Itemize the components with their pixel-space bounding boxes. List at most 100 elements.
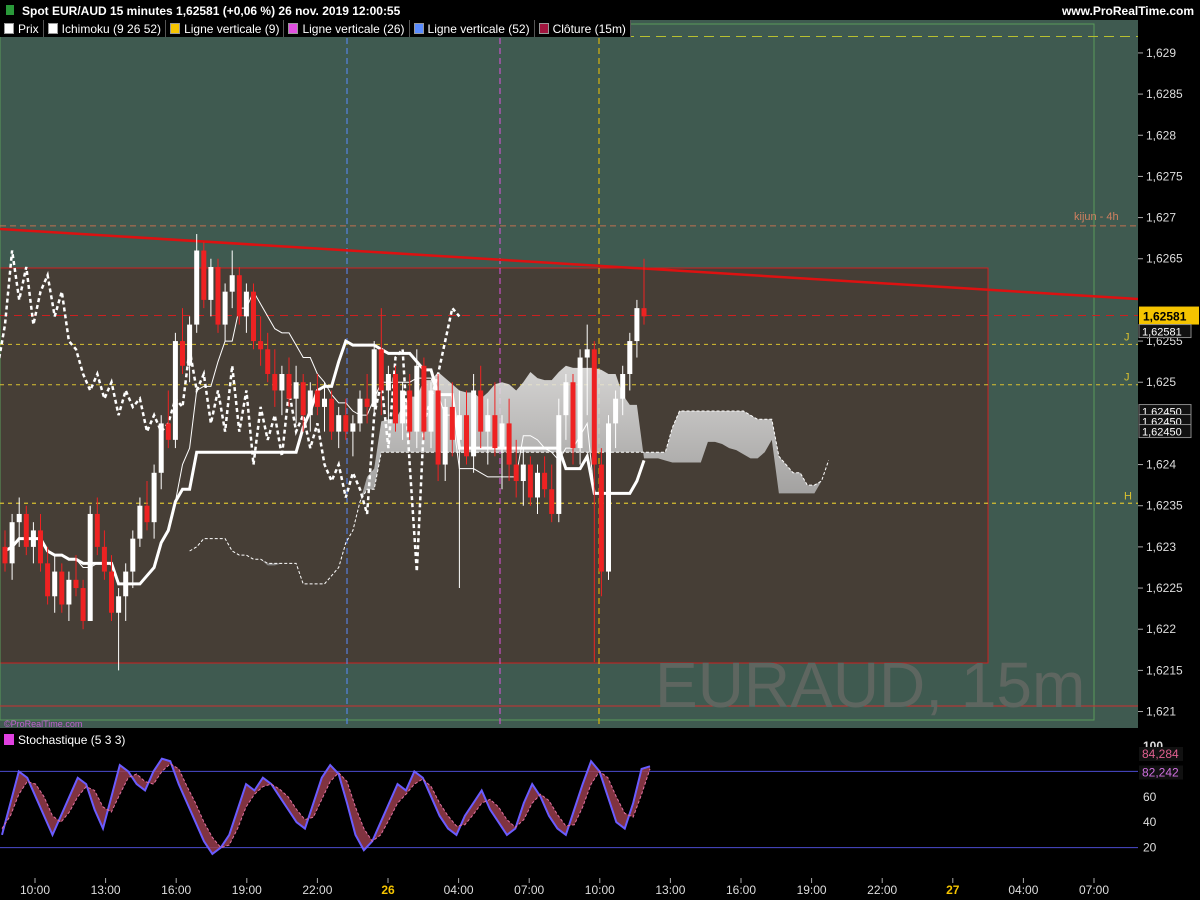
candle-body bbox=[478, 390, 484, 432]
time-tick-label: 16:00 bbox=[161, 883, 191, 897]
time-tick-label: 10:00 bbox=[20, 883, 50, 897]
price-tick-label: 1,6265 bbox=[1146, 252, 1183, 266]
candle-body bbox=[9, 522, 15, 564]
candle-body bbox=[606, 423, 611, 572]
candle-body bbox=[151, 472, 157, 523]
candle-body bbox=[485, 415, 491, 432]
candle-body bbox=[598, 464, 604, 572]
candle-body bbox=[243, 291, 249, 317]
candle-body bbox=[307, 390, 313, 416]
candle-body bbox=[577, 357, 583, 449]
candle-body bbox=[187, 324, 193, 366]
legend-swatch bbox=[413, 23, 424, 34]
legend-item-4[interactable]: Ligne verticale (52) bbox=[409, 20, 535, 37]
price-tick-label: 1,624 bbox=[1146, 458, 1176, 472]
candle-body bbox=[336, 415, 342, 432]
candle-body bbox=[229, 275, 235, 292]
legend-item-1[interactable]: Ichimoku (9 26 52) bbox=[43, 20, 167, 37]
candle-body bbox=[215, 266, 221, 325]
candle-body bbox=[449, 406, 455, 440]
legend-swatch bbox=[170, 23, 181, 34]
candle-body bbox=[314, 390, 320, 407]
candle-body bbox=[158, 423, 164, 473]
legend-swatch bbox=[288, 23, 299, 34]
candle-body bbox=[59, 571, 65, 605]
time-tick-label: 19:00 bbox=[232, 883, 262, 897]
candle-body bbox=[584, 349, 590, 358]
candle-body bbox=[16, 513, 22, 523]
candle-body bbox=[371, 349, 377, 407]
stoch-legend-label: Stochastique (5 3 3) bbox=[18, 732, 126, 747]
candle-body bbox=[66, 579, 72, 605]
time-tick-label: 10:00 bbox=[585, 883, 615, 897]
candle-body bbox=[364, 398, 370, 407]
candle-body bbox=[322, 398, 327, 407]
candle-body bbox=[52, 571, 58, 597]
candle-body bbox=[251, 291, 256, 342]
candle-body bbox=[563, 382, 569, 416]
price-tick-label: 1,623 bbox=[1146, 540, 1176, 554]
price-tick-label: 1,6235 bbox=[1146, 499, 1183, 513]
candle-body bbox=[201, 250, 207, 300]
candle-body bbox=[180, 341, 185, 366]
candle-body bbox=[2, 546, 8, 564]
candle-body bbox=[407, 390, 413, 432]
stoch-k-value: 84,284 bbox=[1142, 747, 1179, 761]
stoch-tick-label: 60 bbox=[1143, 790, 1157, 804]
price-marker-label: 1,62450 bbox=[1142, 427, 1182, 439]
legend-item-2[interactable]: Ligne verticale (9) bbox=[166, 20, 285, 37]
legend-label: Ichimoku (9 26 52) bbox=[61, 21, 162, 36]
candle-body bbox=[272, 374, 278, 391]
candle-body bbox=[343, 415, 349, 432]
price-tick-label: 1,6275 bbox=[1146, 169, 1183, 183]
candle-body bbox=[73, 579, 79, 589]
price-chart[interactable]: EURAUD, 15m J J Hkijun - 4h 1,629 1,6285 1,6… bbox=[0, 0, 1200, 900]
legend-swatch bbox=[47, 23, 58, 34]
candle-body bbox=[613, 398, 619, 424]
legend-label: Prix bbox=[18, 21, 39, 36]
time-tick-label: 13:00 bbox=[91, 883, 121, 897]
candle-body bbox=[435, 390, 441, 465]
legend-label: Clôture (15m) bbox=[552, 21, 626, 36]
price-tick-label: 1,629 bbox=[1146, 46, 1176, 60]
candle-body bbox=[456, 415, 462, 440]
candle-body bbox=[130, 538, 136, 572]
time-tick-label: 07:00 bbox=[1079, 883, 1109, 897]
stoch-d-value: 82,242 bbox=[1142, 766, 1179, 780]
candle-body bbox=[556, 415, 562, 514]
range-box bbox=[0, 267, 989, 664]
candle-body bbox=[123, 571, 129, 597]
legend-label: Ligne verticale (52) bbox=[427, 21, 530, 36]
legend-item-3[interactable]: Ligne verticale (26) bbox=[284, 20, 410, 37]
candle-body bbox=[499, 423, 505, 449]
time-tick-label: 04:00 bbox=[1008, 883, 1038, 897]
price-tick-label: 1,622 bbox=[1146, 622, 1176, 636]
candle-body bbox=[393, 374, 398, 424]
candle-body bbox=[38, 530, 43, 564]
candle-body bbox=[236, 275, 242, 317]
price-tick-label: 1,627 bbox=[1146, 211, 1176, 225]
watermark: EURAUD, 15m bbox=[655, 649, 1085, 721]
time-tick-label: 16:00 bbox=[726, 883, 756, 897]
candle-body bbox=[385, 374, 391, 391]
candle-body bbox=[293, 382, 299, 399]
legend-item-0[interactable]: Prix bbox=[0, 20, 44, 37]
candle-body bbox=[513, 464, 519, 482]
time-tick-label: 13:00 bbox=[655, 883, 685, 897]
level-label-1: J bbox=[1124, 372, 1130, 384]
price-tick-label: 1,628 bbox=[1146, 128, 1176, 142]
legend-swatch bbox=[538, 23, 549, 34]
candle-body bbox=[549, 489, 555, 514]
candle-body bbox=[627, 341, 633, 374]
candle-body bbox=[641, 308, 647, 317]
level-label-2: H bbox=[1124, 490, 1132, 502]
candle-body bbox=[80, 588, 86, 621]
legend-item-5[interactable]: Clôture (15m) bbox=[534, 20, 631, 37]
time-tick-label: 04:00 bbox=[444, 883, 474, 897]
level-label-0: J bbox=[1124, 331, 1130, 343]
credit-text: ©ProRealTime.com bbox=[4, 719, 83, 729]
candle-body bbox=[208, 266, 214, 300]
candle-body bbox=[421, 365, 427, 432]
candle-body bbox=[620, 374, 626, 399]
candle-body bbox=[94, 513, 100, 547]
